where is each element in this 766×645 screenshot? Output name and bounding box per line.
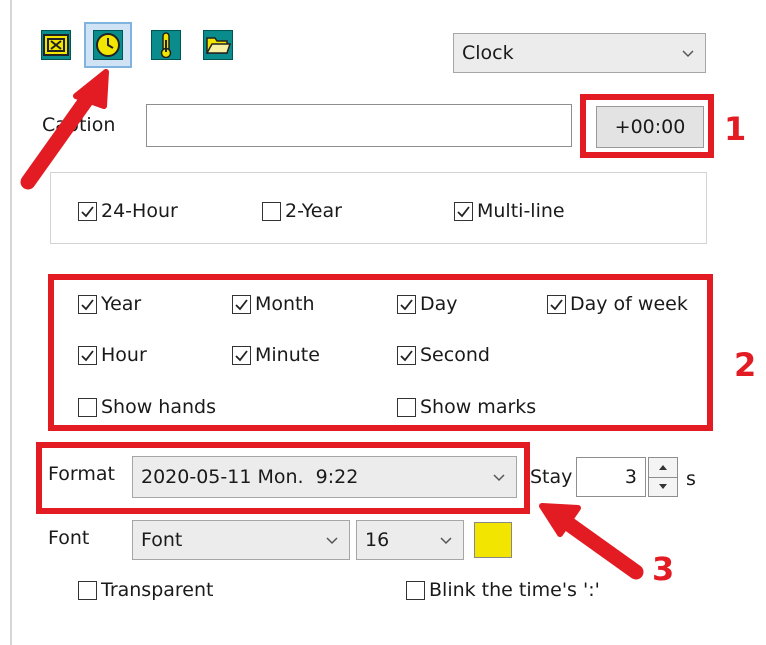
- annotation-arrows: [20, 69, 644, 580]
- arrow-to-clock-icon: [20, 69, 109, 190]
- arrow-to-format-select: [539, 503, 644, 580]
- annotation-number-3: 3: [652, 550, 675, 588]
